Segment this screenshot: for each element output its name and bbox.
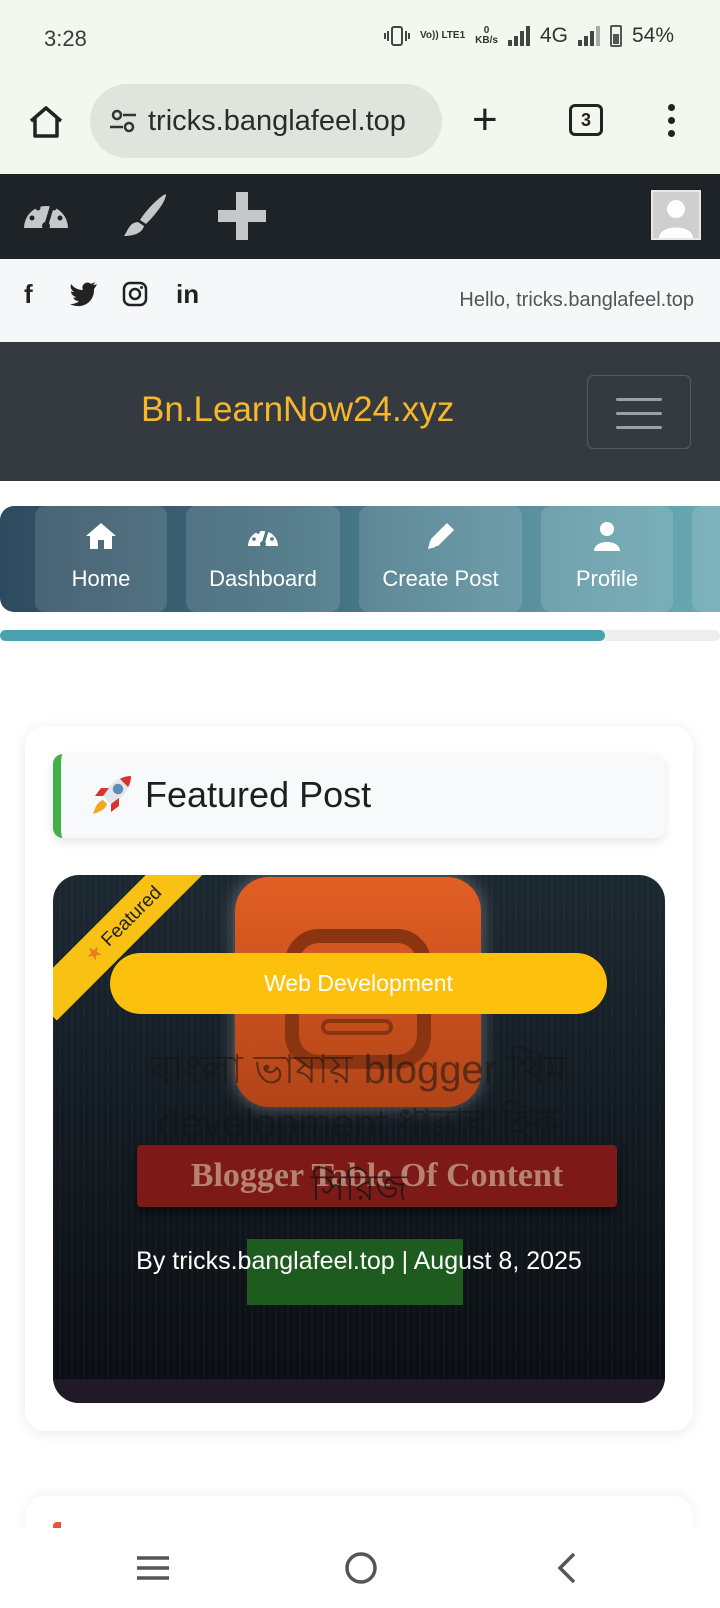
linkedin-icon[interactable]: in bbox=[176, 279, 199, 310]
admin-bar bbox=[0, 174, 720, 259]
rocket-icon bbox=[93, 776, 131, 814]
battery-level: 54% bbox=[631, 24, 674, 47]
network-speed-unit: KB/s bbox=[475, 35, 498, 46]
nav-item-home[interactable]: Home bbox=[35, 506, 167, 612]
category-badge[interactable]: Web Development bbox=[110, 953, 607, 1014]
dashboard-icon bbox=[248, 530, 278, 547]
post-meta: By tricks.banglafeel.top | August 8, 202… bbox=[136, 1247, 582, 1275]
home-icon[interactable] bbox=[26, 102, 66, 142]
battery-icon bbox=[609, 25, 622, 47]
site-header: Bn.LearnNow24.xyz bbox=[0, 342, 720, 481]
featured-heading: Featured Post bbox=[145, 774, 372, 815]
star-icon: ★ bbox=[81, 940, 109, 968]
nav-item-create-post[interactable]: Create Post bbox=[359, 506, 522, 612]
url-text[interactable]: tricks.banglafeel.top bbox=[148, 105, 406, 138]
recent-apps-icon[interactable] bbox=[133, 1548, 173, 1588]
volte-indicator: Vo)) LTE1 bbox=[419, 30, 466, 41]
dashboard-icon[interactable] bbox=[18, 188, 74, 244]
post-title-series: সিরিজ bbox=[310, 1167, 408, 1208]
status-time: 3:28 bbox=[44, 26, 87, 51]
vibrate-icon bbox=[383, 26, 410, 46]
system-nav-bar bbox=[0, 1528, 720, 1608]
nav-item-profile[interactable]: Profile bbox=[541, 506, 673, 612]
avatar[interactable] bbox=[651, 190, 701, 240]
featured-header: Featured Post bbox=[53, 754, 665, 838]
nav-label: Home bbox=[71, 566, 131, 591]
pencil-icon bbox=[427, 523, 454, 549]
nav-label: Create Post bbox=[382, 566, 499, 591]
social-bar: f in Hello, tricks.banglafeel.top bbox=[0, 259, 720, 342]
network-type: 4G bbox=[539, 24, 568, 47]
reading-progress-bar bbox=[0, 630, 720, 641]
customize-brush-icon[interactable] bbox=[116, 188, 172, 244]
nav-item-more[interactable] bbox=[692, 506, 720, 612]
browser-toolbar: tricks.banglafeel.top + 3 bbox=[0, 82, 720, 174]
site-settings-icon[interactable] bbox=[108, 106, 138, 136]
site-brand[interactable]: Bn.LearnNow24.xyz bbox=[141, 390, 454, 430]
featured-card: Featured Post বাংলা ভাষায় blogger থিম d… bbox=[25, 726, 693, 1431]
signal-icon bbox=[507, 26, 530, 46]
back-icon[interactable] bbox=[548, 1548, 588, 1588]
nav-label: Profile bbox=[575, 566, 639, 591]
user-icon bbox=[594, 522, 620, 551]
menu-toggle-button[interactable] bbox=[587, 375, 691, 449]
greeting-text: Hello, tricks.banglafeel.top bbox=[459, 289, 694, 311]
twitter-icon[interactable] bbox=[70, 281, 98, 307]
home-icon bbox=[86, 523, 116, 549]
status-bar: 3:28 Vo)) LTE1 0 KB/s 4G 54% bbox=[0, 0, 720, 82]
post-title[interactable]: বাংলা ভাষায় blogger থিম development ধার… bbox=[93, 1043, 625, 1151]
featured-ribbon-label: Featured bbox=[97, 882, 167, 951]
facebook-icon[interactable]: f bbox=[24, 279, 33, 310]
network-speed: 0 KB/s bbox=[475, 26, 498, 46]
add-new-icon[interactable] bbox=[214, 188, 270, 244]
nav-item-dashboard[interactable]: Dashboard bbox=[186, 506, 340, 612]
tab-switcher-button[interactable]: 3 bbox=[569, 104, 603, 136]
status-icons: Vo)) LTE1 0 KB/s 4G 54% bbox=[383, 24, 674, 48]
image-bottom-strip bbox=[53, 1379, 665, 1403]
instagram-icon[interactable] bbox=[122, 281, 148, 307]
more-menu-icon[interactable] bbox=[668, 104, 675, 137]
address-bar[interactable]: tricks.banglafeel.top bbox=[90, 84, 442, 158]
home-button-icon[interactable] bbox=[341, 1548, 381, 1588]
nav-label: Dashboard bbox=[209, 566, 317, 591]
reading-progress-fill bbox=[0, 630, 605, 641]
featured-post-image[interactable]: বাংলা ভাষায় blogger থিম development ধার… bbox=[53, 875, 665, 1403]
new-tab-icon[interactable]: + bbox=[472, 98, 498, 142]
nav-strip: Home Dashboard Create Post Profile bbox=[0, 506, 720, 612]
signal-icon-2 bbox=[577, 26, 600, 46]
